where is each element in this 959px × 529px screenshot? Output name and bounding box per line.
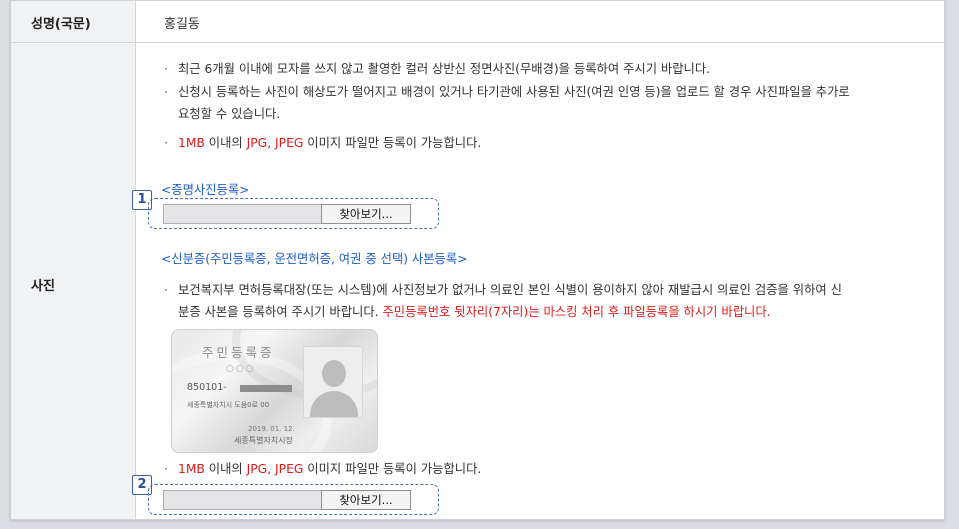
- photo-note-1: · 최근 6개월 이내에 모자를 쓰지 않고 촬영한 컬러 상반신 정면사진(무배…: [164, 58, 710, 80]
- photo-note-1-text: 최근 6개월 이내에 모자를 쓰지 않고 촬영한 컬러 상반신 정면사진(무배경…: [178, 62, 711, 76]
- application-form: 성명(국문) 홍길동 사진 · 최근 6개월 이내에 모자를 쓰지 않고 촬영한 …: [10, 0, 945, 520]
- photo-browse-button[interactable]: 찾아보기...: [321, 204, 411, 224]
- person-silhouette-icon: [322, 360, 346, 387]
- photo-upload-title: <증명사진등록>: [161, 183, 250, 197]
- id-note-line1: 보건복지부 면허등록대장(또는 시스템)에 사진정보가 없거나 의료인 본인 식…: [178, 283, 842, 297]
- id-note-line2: 분증 사본을 등록하여 주시기 바랍니다.: [178, 305, 383, 319]
- sample-id-card-image: 주민등록증 ○○○ 850101- 세종특별자치시 도움0로 00 2019. …: [171, 329, 378, 453]
- photo-note-2-text: 신청시 등록하는 사진이 해상도가 떨어지고 배경이 있거나 타기관에 사용된 …: [178, 85, 850, 99]
- format-note-text2: 이미지 파일만 등록이 가능합니다.: [303, 462, 482, 476]
- allowed-formats: JPG, JPEG: [246, 462, 304, 476]
- id-note: · 보건복지부 면허등록대장(또는 시스템)에 사진정보가 없거나 의료인 본인 …: [164, 279, 842, 323]
- format-note-1: · 1MB 이내의 JPG, JPEG 이미지 파일만 등록이 가능합니다.: [164, 132, 481, 154]
- bullet-icon: ·: [164, 462, 168, 476]
- photo-note-2: · 신청시 등록하는 사진이 해상도가 떨어지고 배경이 있거나 타기관에 사용된…: [164, 81, 850, 125]
- photo-label: 사진: [31, 279, 55, 294]
- id-browse-button[interactable]: 찾아보기...: [321, 490, 411, 510]
- id-card-issuer: 세종특별자치시장: [234, 436, 293, 445]
- photo-row: 사진 · 최근 6개월 이내에 모자를 쓰지 않고 촬영한 컬러 상반신 정면사진…: [11, 43, 944, 519]
- bullet-icon: ·: [164, 136, 168, 150]
- photo-label-cell: 사진: [11, 43, 136, 519]
- bullet-icon: ·: [164, 62, 168, 76]
- id-card-number: 850101-: [187, 382, 227, 393]
- id-card-photo-placeholder: [303, 346, 363, 418]
- id-card-circles: ○○○: [226, 364, 256, 374]
- id-file-upload: 찾아보기...: [148, 484, 439, 515]
- bullet-icon: ·: [164, 283, 168, 297]
- photo-file-upload: 찾아보기...: [148, 198, 439, 229]
- bullet-icon: ·: [164, 85, 168, 99]
- name-row: 성명(국문) 홍길동: [11, 1, 944, 43]
- name-value: 홍길동: [164, 17, 200, 32]
- format-note-text1: 이내의: [204, 136, 247, 150]
- id-card-date: 2019. 01. 12.: [248, 425, 295, 433]
- name-label: 성명(국문): [31, 17, 91, 32]
- name-label-cell: 성명(국문): [11, 1, 136, 42]
- masking-warning: 주민등록번호 뒷자리(7자리)는 마스킹 처리 후 파일등록을 하시기 바랍니다…: [382, 305, 771, 319]
- size-limit: 1MB: [178, 136, 205, 150]
- format-note-text2: 이미지 파일만 등록이 가능합니다.: [303, 136, 482, 150]
- format-note-2: · 1MB 이내의 JPG, JPEG 이미지 파일만 등록이 가능합니다.: [164, 458, 481, 480]
- allowed-formats: JPG, JPEG: [246, 136, 304, 150]
- size-limit: 1MB: [178, 462, 205, 476]
- id-card-address: 세종특별자치시 도움0로 00: [187, 401, 270, 409]
- id-upload-title: <신분증(주민등록증, 운전면허증, 여권 중 선택) 사본등록>: [161, 252, 468, 266]
- id-card-mask-bar: [240, 385, 292, 392]
- photo-note-2-continued: 요청할 수 있습니다.: [178, 107, 281, 121]
- format-note-text1: 이내의: [204, 462, 247, 476]
- id-file-path-field[interactable]: [163, 490, 323, 510]
- photo-file-path-field[interactable]: [163, 204, 323, 224]
- id-card-title: 주민등록증: [202, 345, 275, 360]
